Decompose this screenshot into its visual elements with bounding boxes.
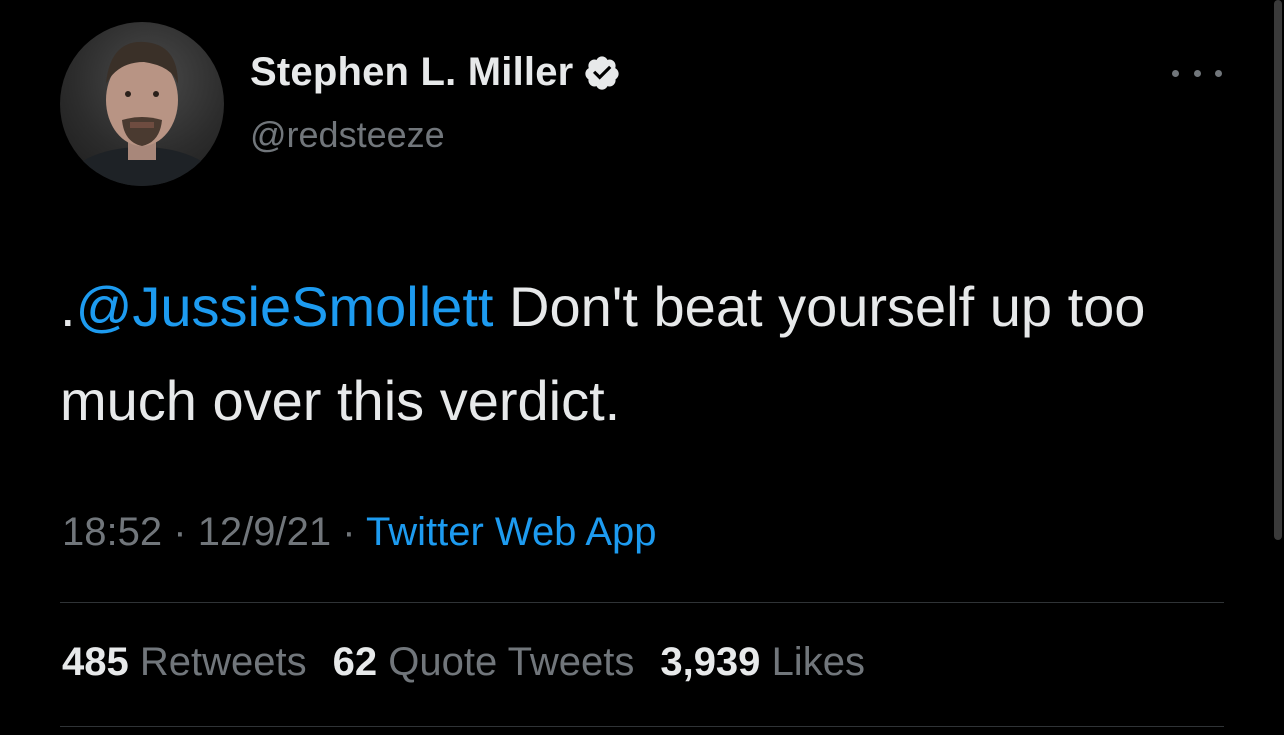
display-name[interactable]: Stephen L. Miller xyxy=(250,50,573,95)
meta-separator: · xyxy=(173,510,187,554)
likes-stat[interactable]: 3,939 Likes xyxy=(660,640,865,685)
tweet-date[interactable]: 12/9/21 xyxy=(198,510,331,554)
meta-separator: · xyxy=(342,510,356,554)
tweet-text-prefix: . xyxy=(60,275,76,338)
divider xyxy=(60,726,1224,727)
more-dots-icon xyxy=(1172,69,1179,77)
verified-badge-icon xyxy=(585,55,620,90)
quote-tweets-count: 62 xyxy=(332,640,378,684)
divider xyxy=(60,602,1224,603)
tweet-source-link[interactable]: Twitter Web App xyxy=(366,510,657,554)
more-options-button[interactable] xyxy=(1172,58,1222,88)
author-handle[interactable]: @redsteeze xyxy=(250,114,445,156)
quote-tweets-stat[interactable]: 62 Quote Tweets xyxy=(333,640,635,685)
tweet-text: .@JussieSmollett Don't beat yourself up … xyxy=(60,260,1240,448)
retweets-label: Retweets xyxy=(139,640,307,684)
mention-link[interactable]: @JussieSmollett xyxy=(76,275,494,338)
tweet-stats: 485 Retweets 62 Quote Tweets 3,939 Likes xyxy=(62,640,865,685)
more-dots-icon xyxy=(1193,69,1201,77)
likes-label: Likes xyxy=(771,640,865,684)
retweets-count: 485 xyxy=(62,640,129,684)
tweet-meta: 18:52 · 12/9/21 · Twitter Web App xyxy=(62,510,657,555)
profile-photo xyxy=(64,41,220,186)
likes-count: 3,939 xyxy=(660,640,761,684)
tweet-time[interactable]: 18:52 xyxy=(62,510,162,554)
more-dots-icon xyxy=(1215,69,1222,77)
avatar[interactable] xyxy=(60,22,224,186)
retweets-stat[interactable]: 485 Retweets xyxy=(62,640,307,685)
scrollbar[interactable] xyxy=(1274,0,1282,540)
quote-tweets-label: Quote Tweets xyxy=(388,640,635,684)
author-name[interactable]: Stephen L. Miller xyxy=(250,50,621,95)
